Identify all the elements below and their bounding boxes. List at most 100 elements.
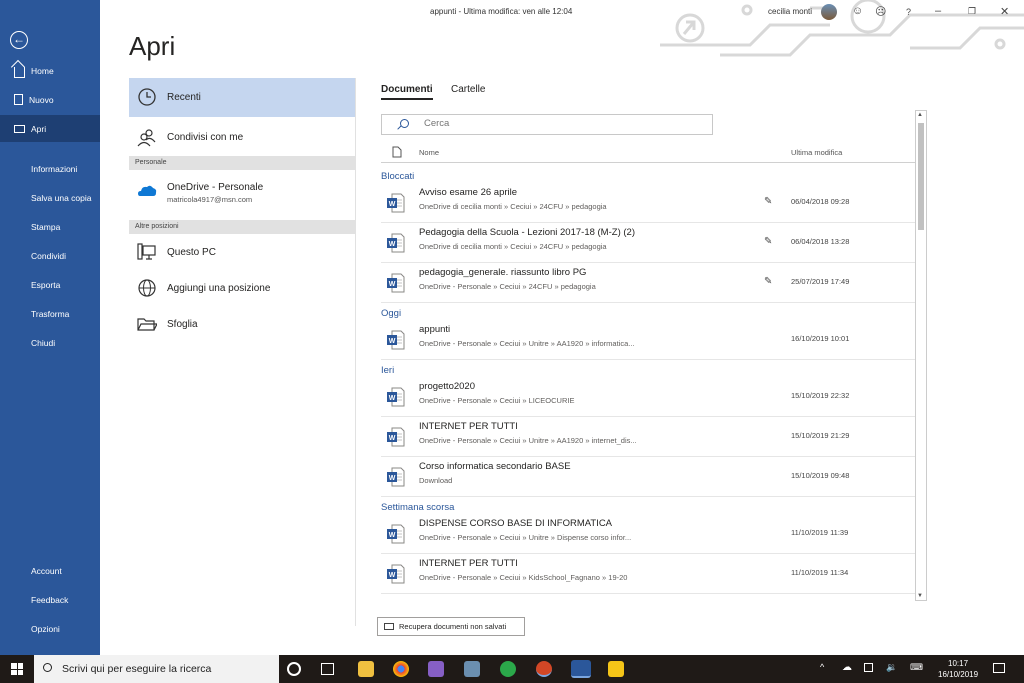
restore-icon[interactable]: ❐: [968, 6, 976, 17]
whatsapp-icon[interactable]: [500, 661, 516, 677]
nav-new[interactable]: Nuovo: [0, 86, 100, 113]
nav-close[interactable]: Chiudi: [0, 329, 100, 356]
place-questo-pc[interactable]: Questo PC: [129, 233, 355, 271]
place-condivisi[interactable]: Condivisi con me: [129, 118, 355, 156]
word-file-icon: W: [387, 273, 405, 293]
search-box[interactable]: [381, 114, 713, 135]
word-file-icon: W: [387, 524, 405, 544]
clock-time: 10:17: [948, 659, 969, 668]
minimize-icon[interactable]: –: [935, 5, 941, 17]
svg-text:W: W: [389, 281, 396, 288]
nav-account[interactable]: Account: [0, 557, 100, 584]
taskbar-clock[interactable]: 10:17 16/10/2019: [938, 658, 978, 680]
place-questo-pc-label: Questo PC: [167, 246, 216, 258]
sticky-notes-icon[interactable]: [608, 661, 624, 677]
nav-feedback-label: Feedback: [31, 594, 69, 605]
help-icon[interactable]: ?: [906, 7, 911, 17]
scroll-thumb[interactable]: [918, 123, 924, 230]
recover-label: Recupera documenti non salvati: [399, 622, 507, 631]
file-path: OneDrive - Personale » Ceciui » Unitre »…: [419, 533, 632, 542]
network-icon[interactable]: [864, 663, 873, 672]
svg-text:W: W: [389, 572, 396, 579]
smiley-icon[interactable]: ☺: [852, 5, 863, 17]
place-recenti[interactable]: Recenti: [129, 78, 355, 117]
chrome-icon[interactable]: [393, 661, 409, 677]
file-path: OneDrive - Personale » Ceciui » Unitre »…: [419, 339, 635, 348]
visual-studio-icon[interactable]: [428, 661, 444, 677]
nav-feedback[interactable]: Feedback: [0, 586, 100, 613]
file-path: OneDrive - Personale » Ceciui » 24CFU » …: [419, 282, 596, 291]
pin-icon[interactable]: ✎: [764, 196, 772, 207]
user-name[interactable]: cecilia monti: [768, 7, 812, 16]
nav-save-copy[interactable]: Salva una copia: [0, 184, 100, 211]
frown-icon[interactable]: ☹: [875, 5, 886, 18]
app-icon[interactable]: [464, 661, 480, 677]
svg-text:W: W: [389, 532, 396, 539]
task-view-icon[interactable]: [321, 663, 334, 675]
file-row[interactable]: W DISPENSE CORSO BASE DI INFORMATICA OneDr…: [381, 514, 915, 554]
place-sfoglia-label: Sfoglia: [167, 318, 198, 330]
nav-share[interactable]: Condividi: [0, 242, 100, 269]
onedrive-cloud-icon: [138, 185, 157, 196]
nav-open[interactable]: Apri: [0, 115, 100, 142]
close-icon[interactable]: ✕: [1000, 5, 1009, 18]
nav-save-copy-label: Salva una copia: [31, 192, 92, 203]
word-icon[interactable]: [571, 660, 591, 678]
file-explorer-icon[interactable]: [358, 661, 374, 677]
nav-home[interactable]: Home: [0, 57, 100, 84]
clock-date: 16/10/2019: [938, 670, 979, 679]
file-row[interactable]: Wappunti OneDrive - Personale » Ceciui » …: [381, 320, 915, 360]
nav-export[interactable]: Esporta: [0, 271, 100, 298]
tab-documenti[interactable]: Documenti: [381, 84, 433, 100]
cortana-icon[interactable]: [287, 662, 301, 676]
scroll-up-icon[interactable]: ▲: [917, 112, 923, 118]
nav-print[interactable]: Stampa: [0, 213, 100, 240]
file-row[interactable]: Wprogetto2020 OneDrive - Personale » Ceci…: [381, 377, 915, 417]
divider: [355, 78, 356, 626]
file-row[interactable]: Wpedagogia_generale. riassunto libro PG O…: [381, 263, 915, 303]
svg-text:W: W: [389, 241, 396, 248]
column-name[interactable]: Nome: [419, 148, 439, 157]
taskbar-search[interactable]: Scrivi qui per eseguire la ricerca: [34, 655, 279, 683]
cloud-icon[interactable]: ☁: [842, 662, 852, 673]
nav-transform[interactable]: Trasforma: [0, 300, 100, 327]
word-file-icon: W: [387, 427, 405, 447]
search-icon: [400, 119, 409, 128]
place-sfoglia[interactable]: Sfoglia: [129, 305, 355, 343]
file-row[interactable]: W INTERNET PER TUTTI OneDrive - Personale …: [381, 554, 915, 594]
nav-print-label: Stampa: [31, 221, 61, 232]
chevron-up-icon[interactable]: ^: [820, 662, 824, 672]
search-input[interactable]: [424, 118, 704, 129]
recover-unsaved-button[interactable]: Recupera documenti non salvati: [377, 617, 525, 636]
file-row[interactable]: W Pedagogia della Scuola - Lezioni 2017-1…: [381, 223, 915, 263]
computer-icon: [137, 243, 156, 260]
file-name: pedagogia_generale. riassunto libro PG: [419, 267, 587, 278]
back-arrow-icon[interactable]: ←: [10, 31, 28, 49]
file-name: Avviso esame 26 aprile: [419, 187, 518, 198]
keyboard-icon[interactable]: ⌨: [910, 662, 923, 673]
place-aggiungi[interactable]: Aggiungi una posizione: [129, 269, 355, 307]
scroll-down-icon[interactable]: ▼: [917, 593, 923, 599]
powerpoint-icon[interactable]: [536, 661, 552, 677]
nav-info[interactable]: Informazioni: [0, 155, 100, 182]
windows-start-icon[interactable]: [11, 663, 23, 675]
volume-icon[interactable]: 🔉: [886, 662, 897, 673]
pin-icon[interactable]: ✎: [764, 236, 772, 247]
nav-options[interactable]: Opzioni: [0, 615, 100, 642]
windows-taskbar: Scrivi qui per eseguire la ricerca ^ ☁ 🔉…: [0, 655, 1024, 683]
pin-icon[interactable]: ✎: [764, 276, 772, 287]
taskbar-search-placeholder: Scrivi qui per eseguire la ricerca: [62, 663, 212, 675]
vertical-scrollbar[interactable]: ▲ ▼: [915, 110, 927, 601]
word-file-icon: W: [387, 193, 405, 213]
notifications-icon[interactable]: [993, 663, 1005, 673]
tab-cartelle[interactable]: Cartelle: [451, 84, 485, 95]
group-oggi: Oggi: [381, 308, 402, 319]
file-row[interactable]: W Avviso esame 26 aprile OneDrive di cecil…: [381, 183, 915, 223]
place-onedrive[interactable]: OneDrive - Personale matricola4917@msn.co…: [129, 172, 355, 214]
file-date: 06/04/2018 09:28: [791, 197, 850, 206]
column-modified[interactable]: Ultima modifica: [791, 148, 842, 157]
avatar[interactable]: [821, 4, 837, 20]
file-row[interactable]: W INTERNET PER TUTTI OneDrive - Personale …: [381, 417, 915, 457]
place-aggiungi-label: Aggiungi una posizione: [167, 282, 271, 294]
file-row[interactable]: W Corso informatica secondario BASE Downlo…: [381, 457, 915, 497]
